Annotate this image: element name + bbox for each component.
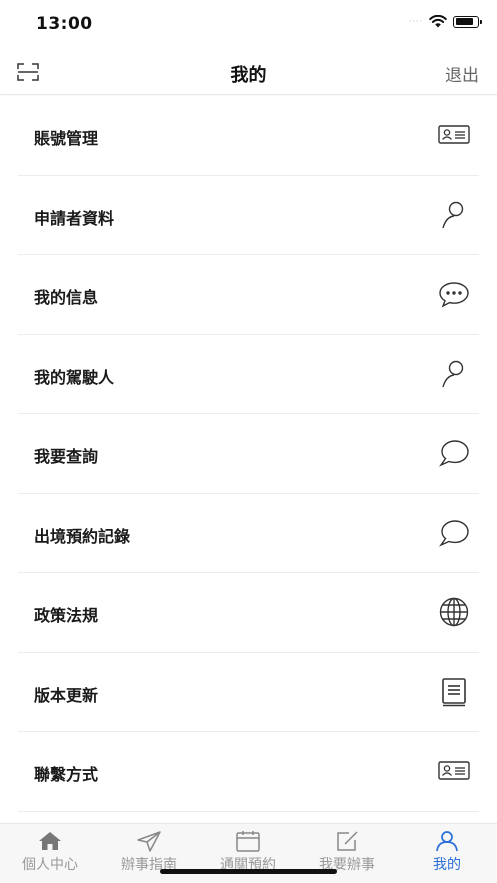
nav-bar: 我的 退出 (0, 50, 497, 95)
menu-item-label: 我要查詢 (34, 447, 99, 466)
menu-item-inquiry[interactable]: 我要查詢 (18, 414, 479, 494)
signal-icon: ···· (408, 17, 423, 26)
menu-item-my-messages[interactable]: 我的信息 (18, 255, 479, 335)
menu-item-policies[interactable]: 政策法規 (18, 573, 479, 653)
tab-personal-center[interactable]: 個人中心 (0, 830, 100, 880)
calendar-icon (236, 831, 260, 852)
person-icon (437, 357, 471, 391)
menu-item-label: 我的駕駛人 (34, 367, 115, 387)
page-title: 我的 (230, 65, 267, 86)
menu-item-label: 我的信息 (34, 288, 99, 307)
id-card-icon (437, 754, 471, 788)
tab-mine[interactable]: 我的 (397, 830, 497, 880)
menu-item-label: 出境預約記錄 (34, 526, 131, 546)
menu-item-version-update[interactable]: 版本更新 (18, 653, 479, 732)
menu-list: 賬號管理 申請者資料 我的信息 我的駕駛人 我要查詢 出境預約記錄 政策法規 版… (18, 96, 479, 812)
id-card-icon (437, 118, 471, 152)
menu-item-applicant-info[interactable]: 申請者資料 (18, 176, 479, 255)
chat-dots-icon (437, 277, 471, 311)
chat-bubble-icon (437, 516, 471, 550)
battery-icon (453, 15, 482, 28)
person-icon (437, 198, 471, 232)
menu-item-contact[interactable]: 聯繫方式 (18, 732, 479, 812)
menu-item-label: 版本更新 (34, 685, 99, 705)
home-icon (39, 832, 61, 850)
menu-item-departure-booking-records[interactable]: 出境預約記錄 (18, 494, 479, 573)
tab-label: 個人中心 (22, 857, 78, 873)
person-icon (436, 831, 458, 852)
wifi-icon (429, 15, 447, 28)
menu-item-label: 政策法規 (34, 606, 99, 625)
logout-button[interactable]: 退出 (445, 61, 479, 86)
menu-item-label: 聯繫方式 (34, 765, 99, 784)
tab-bar: 個人中心 辦事指南 通關預約 我要辦事 我的 (0, 823, 497, 883)
home-indicator (160, 869, 337, 874)
status-bar: 13:00 ···· (0, 0, 497, 50)
globe-icon (437, 595, 471, 629)
tab-label: 我的 (433, 857, 461, 873)
menu-item-label: 申請者資料 (34, 208, 115, 228)
document-icon (437, 675, 471, 709)
status-indicators: ···· (408, 15, 482, 28)
menu-item-my-drivers[interactable]: 我的駕駛人 (18, 335, 479, 414)
edit-icon (337, 831, 358, 851)
status-time: 13:00 (36, 14, 93, 34)
menu-item-account[interactable]: 賬號管理 (18, 96, 479, 176)
chat-bubble-icon (437, 436, 471, 470)
send-icon (137, 831, 161, 852)
menu-item-label: 賬號管理 (34, 129, 99, 148)
